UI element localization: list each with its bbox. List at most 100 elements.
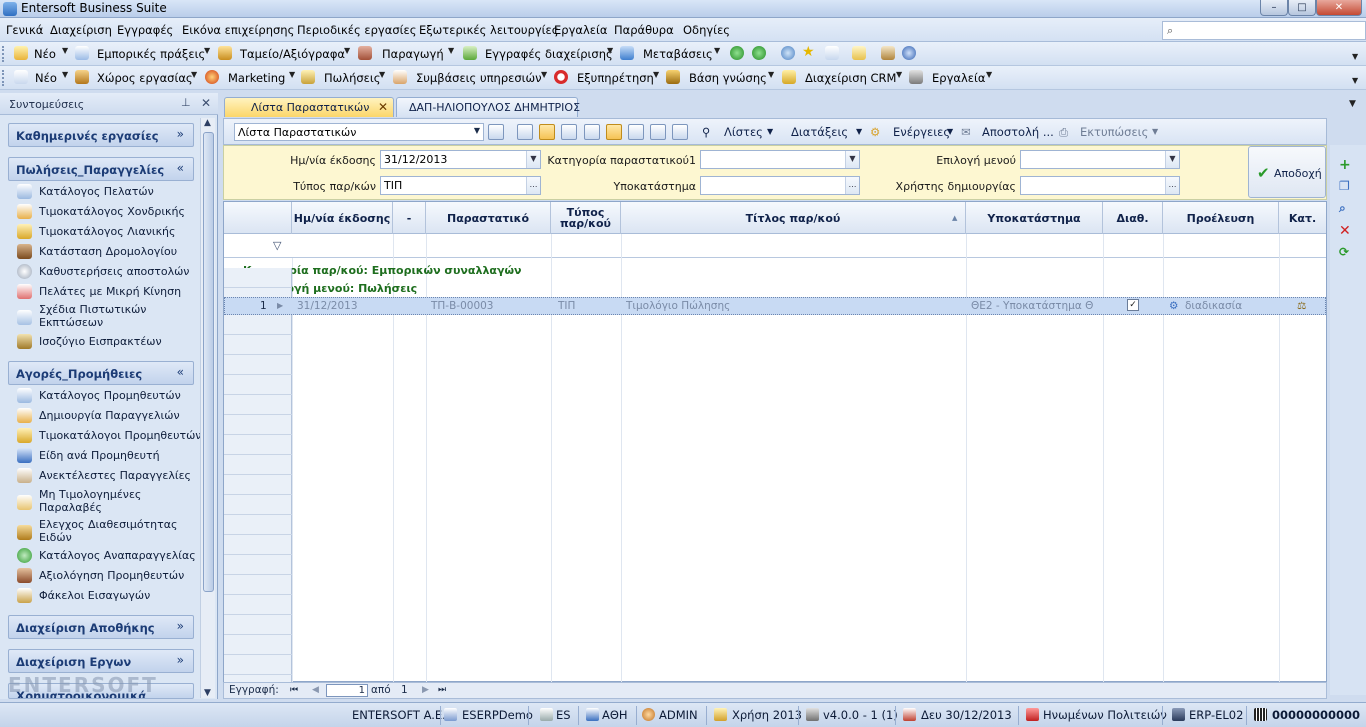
group-sales-orders[interactable]: Πωλήσεις_Παραγγελίες « [8,157,194,181]
row-selector[interactable] [224,268,292,288]
doc-type-field[interactable]: ΤΙΠ … [380,176,541,195]
calculator-icon[interactable] [672,124,688,140]
first-record-icon[interactable]: ⏮ [290,685,298,695]
chevron-down-icon[interactable]: ▼ [856,127,862,136]
toolbar-grip[interactable] [2,46,5,62]
grouped-view-icon[interactable] [539,124,555,140]
commercial-transactions-button[interactable]: Εμπορικές πράξεις [97,47,205,61]
sidebar-item-create-orders[interactable]: Δημιουργία Παραγγελιών [17,406,195,426]
management-records-button[interactable]: Εγγραφές διαχείρισης [485,47,613,61]
cell-doc-type[interactable]: ΤΙΠ [558,300,618,312]
row-selector[interactable] [224,375,292,395]
service-contracts-button[interactable]: Συμβάσεις υπηρεσιών [416,71,542,85]
category-field[interactable]: ▼ [700,150,860,169]
toolbar-overflow-icon[interactable]: ▼ [1352,76,1358,85]
chevron-down-icon[interactable]: ▼ [344,46,350,55]
view-settings-icon[interactable] [488,124,504,140]
menu-periodic-tasks[interactable]: Περιοδικές εργασίες [297,23,416,37]
close-icon[interactable]: ✕ [201,96,211,110]
row-selector[interactable] [224,655,292,675]
chevron-down-icon[interactable]: ▼ [62,70,68,79]
filter-funnel-icon[interactable]: ▽ [273,239,281,252]
sidebar-item-customer-catalog[interactable]: Κατάλογος Πελατών [17,182,195,202]
sidebar-item-credit-discount-plans[interactable]: Σχέδια Πιστωτικών Εκπτώσεων [17,303,195,329]
row-selector[interactable] [224,315,292,335]
menu-management[interactable]: Διαχείριση [50,23,112,37]
copy-icon[interactable]: ❐ [1339,179,1350,193]
maximize-button[interactable]: □ [1288,0,1316,16]
sidebar-item-wholesale-pricelist[interactable]: Τιμοκατάλογος Χονδρικής [17,202,195,222]
sidebar-item-items-per-supplier[interactable]: Είδη ανά Προμηθευτή [17,446,195,466]
sidebar-scrollbar[interactable]: ▲ ▼ [200,118,215,698]
chevron-down-icon[interactable]: ▼ [204,46,210,55]
mail-icon[interactable] [825,46,839,60]
grid-filter-row[interactable]: ▽ [224,234,1326,258]
column-issue-date[interactable]: Ημ/νία έκδοσης [292,202,393,234]
chevron-down-icon[interactable]: ▼ [1165,151,1179,168]
row-selector[interactable] [224,515,292,535]
sidebar-item-receivables-balance[interactable]: Ισοζύγιο Εισπρακτέων [17,332,195,352]
ellipsis-icon[interactable]: … [526,177,540,194]
row-selector[interactable] [224,535,292,555]
tab-document-list[interactable]: Λίστα Παραστατικών ✕ [224,97,394,117]
availability-checkbox[interactable]: ✓ [1127,299,1139,311]
row-selector[interactable] [224,435,292,455]
new-button[interactable]: Νέο [34,47,56,61]
notes-icon[interactable] [852,46,866,60]
menu-tools[interactable]: Εργαλεία [554,23,607,37]
knowledge-base-button[interactable]: Βάση γνώσης [689,71,767,85]
row-selector[interactable] [224,595,292,615]
issue-date-field[interactable]: 31/12/2013 ▼ [380,150,541,169]
production-button[interactable]: Παραγωγή [382,47,444,61]
scrollbar-thumb[interactable] [203,132,214,592]
refresh-icon[interactable]: ⟳ [1339,245,1349,259]
accept-button[interactable]: ✔ Αποδοχή [1248,146,1326,198]
back-icon[interactable] [730,46,744,60]
scroll-up-icon[interactable]: ▲ [204,118,211,128]
chevron-down-icon[interactable]: ▼ [62,46,68,55]
group-row-menu[interactable]: ◢ Επιλογή μενού: Πωλήσεις [224,280,1326,298]
column-document[interactable]: Παραστατικό [426,202,551,234]
lists-menu[interactable]: Λίστες [724,125,763,139]
menu-records[interactable]: Εγγραφές [117,23,173,37]
next-record-icon[interactable]: ▶ [422,685,429,695]
add-icon[interactable]: + [1339,157,1351,173]
column-category[interactable]: Κατ. [1279,202,1326,234]
cell-issue-date[interactable]: 31/12/2013 [297,300,391,312]
chevron-down-icon[interactable]: ▼ [541,70,547,79]
menu-business-view[interactable]: Εικόνα επιχείρησης [182,23,294,37]
crm-management-button[interactable]: Διαχείριση CRM [805,71,896,85]
navigations-button[interactable]: Μεταβάσεις [643,47,713,61]
chevron-down-icon[interactable]: ▼ [289,70,295,79]
sidebar-item-pending-orders[interactable]: Ανεκτέλεστες Παραγγελίες [17,466,195,486]
chevron-down-icon[interactable]: ▼ [653,70,659,79]
chevron-down-icon[interactable]: ▼ [896,70,902,79]
close-tab-icon[interactable]: ✕ [378,100,388,114]
row-selector[interactable] [224,635,292,655]
column-doc-type[interactable]: Τύπος παρ/κού [551,202,621,234]
chevron-down-icon[interactable]: ▼ [448,46,454,55]
menu-external-functions[interactable]: Εξωτερικές λειτουργίες [419,23,559,37]
export-icon[interactable] [561,124,577,140]
row-selector[interactable] [224,475,292,495]
column-origin[interactable]: Προέλευση [1163,202,1279,234]
filter-toggle-icon[interactable] [606,124,622,140]
column-branch[interactable]: Υποκατάστημα [966,202,1103,234]
record-number-input[interactable]: 1 [326,684,368,697]
preview-icon[interactable] [628,124,644,140]
sidebar-item-availability-check[interactable]: Ελεγχος Διαθεσιμότητας Ειδών [17,518,195,544]
menu-select-field[interactable]: ▼ [1020,150,1180,169]
row-selector[interactable] [224,455,292,475]
menu-windows[interactable]: Παράθυρα [614,23,674,37]
row-selector[interactable] [224,335,292,355]
cell-document[interactable]: ΤΠ-Β-00003 [431,300,549,312]
menu-help[interactable]: Οδηγίες [683,23,730,37]
chevron-down-icon[interactable]: ▼ [714,46,720,55]
group-row-category[interactable]: ◢ Κατηγορία παρ/κού: Εμπορικών συναλλαγώ… [224,262,1326,280]
sidebar-item-supplier-catalog[interactable]: Κατάλογος Προμηθευτών [17,386,195,406]
chevron-down-icon[interactable]: ▼ [607,46,613,55]
tools-button[interactable]: Εργαλεία [932,71,985,85]
column-dash[interactable]: - [393,202,426,234]
minimize-button[interactable]: – [1260,0,1288,16]
chart-icon[interactable] [650,124,666,140]
